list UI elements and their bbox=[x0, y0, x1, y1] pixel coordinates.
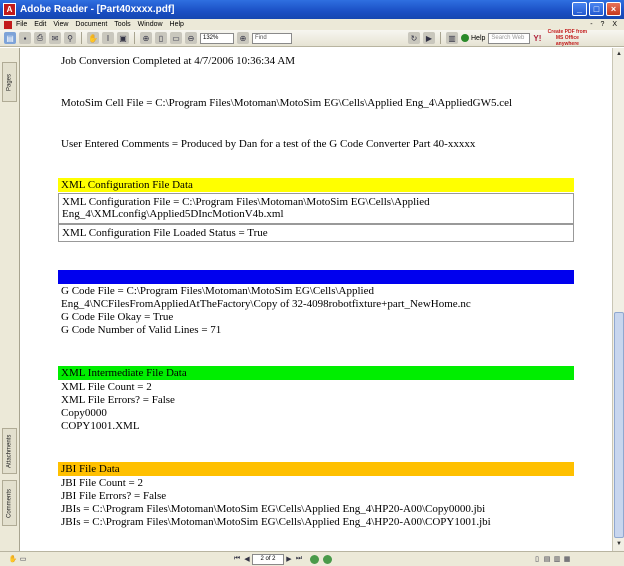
tab-attachments[interactable]: Attachments bbox=[2, 428, 17, 474]
zoom-out-icon[interactable]: ⊖ bbox=[185, 32, 197, 44]
document-window-controls[interactable]: - ? X bbox=[590, 21, 620, 28]
snapshot-icon[interactable]: ▣ bbox=[117, 32, 129, 44]
menu-window[interactable]: Window bbox=[138, 21, 163, 28]
play-icon[interactable]: ▶ bbox=[423, 32, 435, 44]
menu-document[interactable]: Document bbox=[75, 21, 107, 28]
jbi-path-2: JBIs = C:\Program Files\Motoman\MotoSim … bbox=[61, 516, 491, 528]
menu-view[interactable]: View bbox=[53, 21, 68, 28]
title-bar: A Adobe Reader - [Part40xxxx.pdf] _ □ × bbox=[0, 0, 624, 19]
document-view[interactable]: Job Conversion Completed at 4/7/2006 10:… bbox=[21, 48, 612, 551]
job-completed-line: Job Conversion Completed at 4/7/2006 10:… bbox=[61, 55, 296, 67]
help-icon bbox=[461, 34, 469, 42]
continuous-facing-icon[interactable]: ▦ bbox=[562, 554, 572, 564]
find-input[interactable]: Find bbox=[252, 32, 292, 44]
hand-status-icon[interactable]: ✋ bbox=[8, 554, 18, 564]
menu-tools[interactable]: Tools bbox=[114, 21, 130, 28]
xml-file-count: XML File Count = 2 bbox=[61, 381, 152, 393]
comments-line: User Entered Comments = Produced by Dan … bbox=[61, 138, 476, 150]
tab-comments[interactable]: Comments bbox=[2, 480, 17, 526]
open-icon[interactable]: ▤ bbox=[4, 32, 16, 44]
last-page-icon[interactable]: ⏭ bbox=[294, 554, 304, 564]
gcode-file-line-2: Eng_4\NCFilesFromAppliedAtTheFactory\Cop… bbox=[61, 298, 471, 310]
rotate-icon[interactable]: ↻ bbox=[408, 32, 420, 44]
next-page-icon[interactable]: ▶ bbox=[284, 554, 294, 564]
jbi-header: JBI File Data bbox=[58, 462, 574, 476]
jbi-path-1: JBIs = C:\Program Files\Motoman\MotoSim … bbox=[61, 503, 486, 515]
scroll-up-icon[interactable]: ▲ bbox=[614, 49, 624, 59]
xml-config-file-box: XML Configuration File = C:\Program File… bbox=[58, 193, 574, 224]
help-label: Help bbox=[471, 34, 486, 42]
save-icon[interactable]: ▪ bbox=[19, 32, 31, 44]
scroll-down-icon[interactable]: ▼ bbox=[614, 539, 624, 549]
maximize-button[interactable]: □ bbox=[589, 2, 604, 16]
xml-config-status-box: XML Configuration File Loaded Status = T… bbox=[58, 224, 574, 242]
vertical-scrollbar[interactable]: ▲ ▼ bbox=[612, 48, 624, 551]
toolbar: ▤ ▪ ⎙ ✉ ⚲ ✋ I ▣ ⊕ ▯ ▭ ⊖ 132% ⊕ Find ↻ ▶ … bbox=[0, 29, 624, 47]
gcode-valid-lines: G Code Number of Valid Lines = 71 bbox=[61, 324, 222, 336]
page-number-input[interactable]: 2 of 2 bbox=[252, 553, 284, 565]
document-icon[interactable] bbox=[4, 20, 12, 29]
hand-tool-icon[interactable]: ✋ bbox=[87, 32, 99, 44]
adobe-reader-icon: A bbox=[3, 3, 16, 16]
jbi-file-count: JBI File Count = 2 bbox=[61, 477, 143, 489]
previous-page-icon[interactable]: ◀ bbox=[242, 554, 252, 564]
window-title: Adobe Reader - [Part40xxxx.pdf] bbox=[20, 4, 175, 15]
menu-file[interactable]: File bbox=[16, 21, 27, 28]
first-page-icon[interactable]: ⏮ bbox=[232, 554, 242, 564]
xml-file-name-2: COPY1001.XML bbox=[61, 420, 140, 432]
gcode-okay-line: G Code File Okay = True bbox=[61, 311, 174, 323]
page-options-icon[interactable]: ▭ bbox=[18, 554, 28, 564]
previous-view-icon[interactable] bbox=[310, 554, 319, 564]
toolbar-divider bbox=[81, 32, 82, 44]
close-button[interactable]: × bbox=[606, 2, 621, 16]
xml-config-header: XML Configuration File Data bbox=[58, 178, 574, 192]
next-view-icon[interactable] bbox=[323, 554, 332, 564]
xml-config-file-line-1: XML Configuration File = C:\Program File… bbox=[62, 196, 430, 208]
zoom-in-icon[interactable]: ⊕ bbox=[237, 32, 249, 44]
fit-page-icon[interactable]: ▭ bbox=[170, 32, 182, 44]
select-text-icon[interactable]: I bbox=[102, 32, 114, 44]
continuous-icon[interactable]: ▤ bbox=[542, 554, 552, 564]
cell-file-line: MotoSim Cell File = C:\Program Files\Mot… bbox=[61, 97, 513, 109]
facing-icon[interactable]: ▥ bbox=[552, 554, 562, 564]
toolbar-divider bbox=[134, 32, 135, 44]
navigation-pane: Pages Attachments Comments bbox=[0, 48, 20, 551]
print-icon[interactable]: ⎙ bbox=[34, 32, 46, 44]
menu-bar: File Edit View Document Tools Window Hel… bbox=[0, 19, 624, 30]
scrollbar-thumb[interactable] bbox=[614, 312, 624, 538]
email-icon[interactable]: ✉ bbox=[49, 32, 61, 44]
toolbar-divider bbox=[440, 32, 441, 44]
xml-config-status-line: XML Configuration File Loaded Status = T… bbox=[62, 227, 268, 239]
xml-intermediate-header: XML Intermediate File Data bbox=[58, 366, 574, 380]
yahoo-icon[interactable]: Y! bbox=[533, 34, 541, 43]
single-page-icon[interactable]: ▯ bbox=[532, 554, 542, 564]
minimize-button[interactable]: _ bbox=[572, 2, 587, 16]
xml-file-errors: XML File Errors? = False bbox=[61, 394, 175, 406]
xml-file-name-1: Copy0000 bbox=[61, 407, 107, 419]
tab-pages[interactable]: Pages bbox=[2, 62, 17, 102]
layout-icon[interactable]: ▥ bbox=[446, 32, 458, 44]
zoom-icon[interactable]: ⊕ bbox=[140, 32, 152, 44]
actual-size-icon[interactable]: ▯ bbox=[155, 32, 167, 44]
menu-edit[interactable]: Edit bbox=[34, 21, 46, 28]
search-icon[interactable]: ⚲ bbox=[64, 32, 76, 44]
menu-help[interactable]: Help bbox=[170, 21, 184, 28]
gcode-file-line-1: G Code File = C:\Program Files\Motoman\M… bbox=[61, 285, 374, 297]
gcode-header: G Code Files bbox=[58, 270, 574, 284]
help-button[interactable]: Help bbox=[461, 34, 485, 42]
xml-config-file-line-2: Eng_4\XMLconfig\Applied5DIncMotionV4b.xm… bbox=[62, 208, 284, 220]
create-pdf-button[interactable]: Create PDF from MS Office anywhere bbox=[544, 29, 590, 47]
search-web-input[interactable]: Search Web bbox=[488, 32, 531, 44]
zoom-input[interactable]: 132% bbox=[200, 32, 234, 44]
status-bar: ✋ ▭ ⏮ ◀ 2 of 2 ▶ ⏭ ▯ ▤ ▥ ▦ bbox=[0, 551, 624, 566]
jbi-file-errors: JBI File Errors? = False bbox=[61, 490, 167, 502]
